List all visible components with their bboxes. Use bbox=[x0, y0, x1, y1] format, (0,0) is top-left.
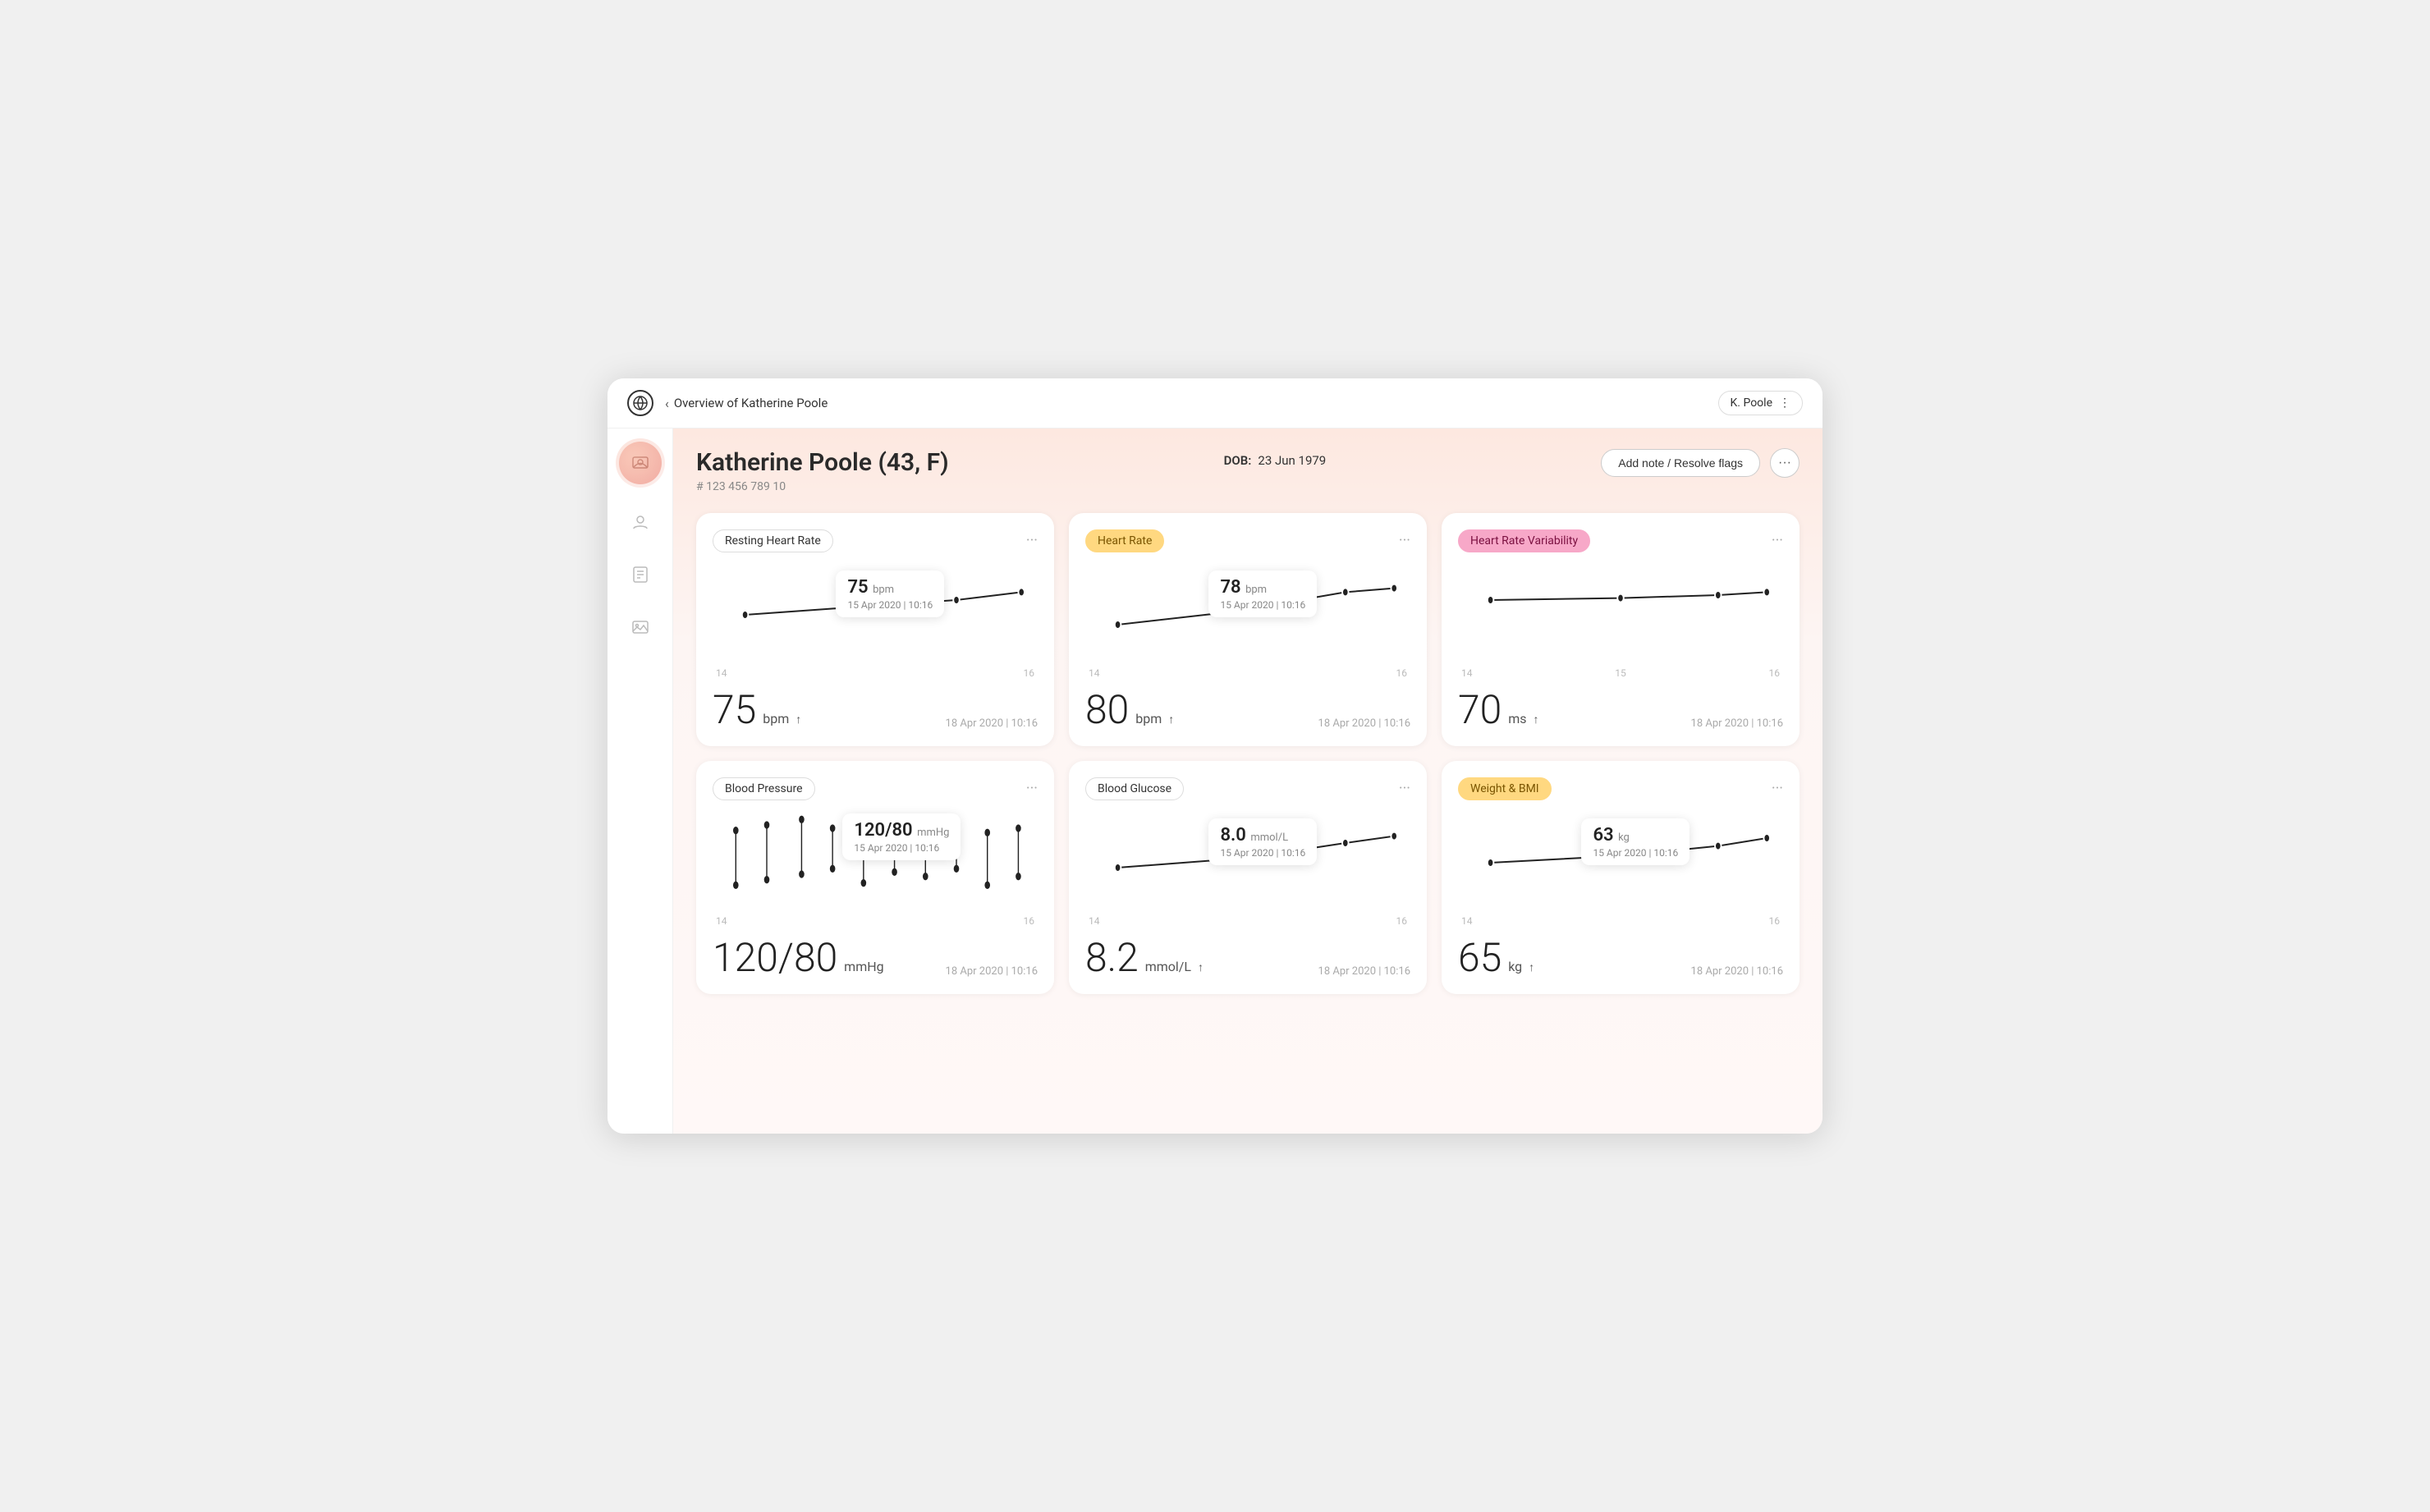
card-header: Heart Rate Variability ··· bbox=[1458, 529, 1783, 552]
card-header: Heart Rate ··· bbox=[1085, 529, 1410, 552]
top-bar-left: ‹ Overview of Katherine Poole bbox=[627, 390, 828, 416]
card-label-weight-bmi[interactable]: Weight & BMI bbox=[1458, 777, 1552, 800]
sidebar bbox=[608, 428, 673, 1134]
dob-label: DOB: bbox=[1224, 453, 1252, 468]
chart-area-resting-heart-rate: 75 bpm 15 Apr 2020 | 10:16 bbox=[713, 561, 1038, 659]
user-label: K. Poole bbox=[1731, 396, 1773, 410]
metric-timestamp-weight-bmi: 18 Apr 2020 | 10:16 bbox=[1691, 965, 1783, 978]
top-bar-right: K. Poole ⋮ bbox=[1718, 391, 1804, 415]
card-label-blood-glucose[interactable]: Blood Glucose bbox=[1085, 777, 1184, 800]
chart-xaxis: 14 16 bbox=[1458, 915, 1783, 927]
metric-arrow: ↑ bbox=[795, 713, 801, 726]
user-pill[interactable]: K. Poole ⋮ bbox=[1718, 391, 1804, 415]
patient-dob: 23 Jun 1979 bbox=[1258, 453, 1326, 468]
patient-meta: DOB: 23 Jun 1979 bbox=[1224, 453, 1327, 468]
card-menu-heart-rate-variability[interactable]: ··· bbox=[1772, 534, 1783, 548]
metric-card-heart-rate: Heart Rate ··· 78 bpm 15 Apr 2020 | 10:1… bbox=[1069, 513, 1427, 746]
metric-card-resting-heart-rate: Resting Heart Rate ··· 75 bpm 15 Apr 202… bbox=[696, 513, 1054, 746]
chart-area-heart-rate-variability bbox=[1458, 561, 1783, 659]
metric-timestamp-blood-pressure: 18 Apr 2020 | 10:16 bbox=[946, 965, 1038, 978]
chart-xaxis: 14 15 16 bbox=[1458, 667, 1783, 679]
metric-timestamp-heart-rate: 18 Apr 2020 | 10:16 bbox=[1318, 717, 1410, 730]
card-label-heart-rate-variability[interactable]: Heart Rate Variability bbox=[1458, 529, 1590, 552]
sidebar-icon-records[interactable] bbox=[626, 560, 655, 589]
metric-timestamp-resting-heart-rate: 18 Apr 2020 | 10:16 bbox=[946, 717, 1038, 730]
metric-big-value-weight-bmi: 65 kg ↑ bbox=[1458, 938, 1534, 978]
globe-icon bbox=[627, 390, 653, 416]
chart-xaxis: 14 16 bbox=[713, 667, 1038, 679]
patient-name: Katherine Poole (43, F) bbox=[696, 448, 949, 477]
chart-xaxis: 14 16 bbox=[1085, 667, 1410, 679]
metric-card-blood-glucose: Blood Glucose ··· 8.0 mmol/L 15 Apr 2020… bbox=[1069, 761, 1427, 994]
metric-arrow: ↑ bbox=[1533, 713, 1538, 726]
patient-info: Katherine Poole (43, F) # 123 456 789 10 bbox=[696, 448, 949, 493]
chart-area-heart-rate: 78 bpm 15 Apr 2020 | 10:16 bbox=[1085, 561, 1410, 659]
metric-arrow: ↑ bbox=[1198, 961, 1204, 974]
more-options-button[interactable]: ··· bbox=[1770, 448, 1800, 478]
metric-big-value-resting-heart-rate: 75 bpm ↑ bbox=[713, 690, 801, 730]
sidebar-icon-images[interactable] bbox=[626, 612, 655, 642]
card-label-resting-heart-rate[interactable]: Resting Heart Rate bbox=[713, 529, 833, 552]
metric-card-heart-rate-variability: Heart Rate Variability ··· 14 15 16 70 m… bbox=[1442, 513, 1800, 746]
metric-timestamp-heart-rate-variability: 18 Apr 2020 | 10:16 bbox=[1691, 717, 1783, 730]
back-chevron: ‹ bbox=[665, 396, 669, 411]
metric-value-row-blood-pressure: 120/80 mmHg 18 Apr 2020 | 10:16 bbox=[713, 938, 1038, 978]
card-menu-weight-bmi[interactable]: ··· bbox=[1772, 781, 1783, 796]
back-nav[interactable]: ‹ Overview of Katherine Poole bbox=[665, 396, 828, 411]
metrics-grid: Resting Heart Rate ··· 75 bpm 15 Apr 202… bbox=[696, 513, 1800, 994]
top-bar: ‹ Overview of Katherine Poole K. Poole ⋮ bbox=[608, 378, 1822, 428]
card-label-blood-pressure[interactable]: Blood Pressure bbox=[713, 777, 815, 800]
card-header: Blood Pressure ··· bbox=[713, 777, 1038, 800]
chart-area-weight-bmi: 63 kg 15 Apr 2020 | 10:16 bbox=[1458, 809, 1783, 907]
content-area: Katherine Poole (43, F) # 123 456 789 10… bbox=[673, 428, 1822, 1134]
sidebar-avatar[interactable] bbox=[619, 442, 662, 484]
metric-value-row-blood-glucose: 8.2 mmol/L ↑ 18 Apr 2020 | 10:16 bbox=[1085, 938, 1410, 978]
metric-big-value-heart-rate: 80 bpm ↑ bbox=[1085, 690, 1174, 730]
metric-card-weight-bmi: Weight & BMI ··· 63 kg 15 Apr 2020 | 10:… bbox=[1442, 761, 1800, 994]
add-note-button[interactable]: Add note / Resolve flags bbox=[1601, 449, 1760, 477]
metric-card-blood-pressure: Blood Pressure ··· bbox=[696, 761, 1054, 994]
card-menu-blood-glucose[interactable]: ··· bbox=[1399, 781, 1410, 796]
metric-value-row-weight-bmi: 65 kg ↑ 18 Apr 2020 | 10:16 bbox=[1458, 938, 1783, 978]
chart-area-blood-pressure: 120/80 mmHg 15 Apr 2020 | 10:16 bbox=[713, 809, 1038, 907]
metric-big-value-blood-pressure: 120/80 mmHg bbox=[713, 938, 884, 978]
metric-big-value-blood-glucose: 8.2 mmol/L ↑ bbox=[1085, 938, 1204, 978]
metric-arrow: ↑ bbox=[1168, 713, 1174, 726]
chart-area-blood-glucose: 8.0 mmol/L 15 Apr 2020 | 10:16 bbox=[1085, 809, 1410, 907]
app-window: ‹ Overview of Katherine Poole K. Poole ⋮ bbox=[608, 378, 1822, 1134]
main-layout: Katherine Poole (43, F) # 123 456 789 10… bbox=[608, 428, 1822, 1134]
metric-value-row-heart-rate-variability: 70 ms ↑ 18 Apr 2020 | 10:16 bbox=[1458, 690, 1783, 730]
card-header: Weight & BMI ··· bbox=[1458, 777, 1783, 800]
metric-value-row-heart-rate: 80 bpm ↑ 18 Apr 2020 | 10:16 bbox=[1085, 690, 1410, 730]
chart-xaxis: 14 16 bbox=[713, 915, 1038, 927]
patient-actions: Add note / Resolve flags ··· bbox=[1601, 448, 1800, 478]
patient-header: Katherine Poole (43, F) # 123 456 789 10… bbox=[696, 448, 1800, 493]
metric-timestamp-blood-glucose: 18 Apr 2020 | 10:16 bbox=[1318, 965, 1410, 978]
sidebar-icon-profile[interactable] bbox=[626, 507, 655, 537]
card-menu-heart-rate[interactable]: ··· bbox=[1399, 534, 1410, 548]
card-header: Blood Glucose ··· bbox=[1085, 777, 1410, 800]
chart-xaxis: 14 16 bbox=[1085, 915, 1410, 927]
card-label-heart-rate[interactable]: Heart Rate bbox=[1085, 529, 1164, 552]
card-menu-resting-heart-rate[interactable]: ··· bbox=[1026, 534, 1038, 548]
back-label: Overview of Katherine Poole bbox=[674, 396, 828, 410]
card-header: Resting Heart Rate ··· bbox=[713, 529, 1038, 552]
card-menu-blood-pressure[interactable]: ··· bbox=[1026, 781, 1038, 796]
user-more-icon: ⋮ bbox=[1779, 396, 1790, 410]
metric-value-row-resting-heart-rate: 75 bpm ↑ 18 Apr 2020 | 10:16 bbox=[713, 690, 1038, 730]
metric-big-value-heart-rate-variability: 70 ms ↑ bbox=[1458, 690, 1538, 730]
metric-arrow: ↑ bbox=[1529, 961, 1534, 974]
patient-id: # 123 456 789 10 bbox=[696, 480, 949, 493]
